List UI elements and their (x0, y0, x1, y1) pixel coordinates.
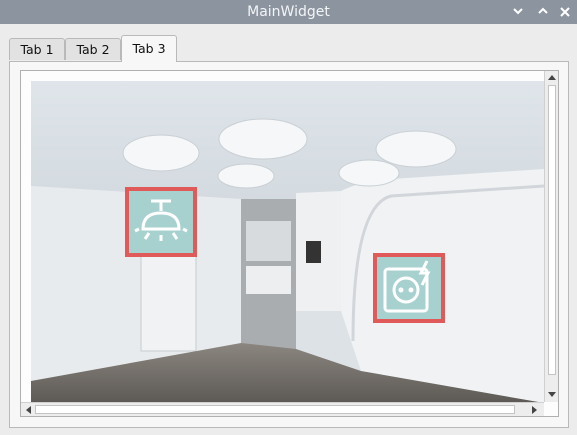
minimize-button[interactable] (510, 5, 526, 19)
scroll-left-arrow-icon[interactable] (26, 406, 31, 414)
tab-1-label: Tab 1 (20, 42, 54, 57)
close-button[interactable] (557, 5, 573, 19)
vertical-scroll-thumb[interactable] (548, 85, 556, 375)
image-scroll-area[interactable] (20, 70, 559, 417)
title-bar[interactable]: MainWidget (0, 0, 577, 24)
scroll-down-arrow-icon[interactable] (548, 392, 556, 397)
maximize-button[interactable] (535, 5, 551, 19)
window-title: MainWidget (247, 4, 330, 20)
ceiling-lamp-icon (134, 199, 188, 241)
power-outlet-icon (383, 260, 431, 313)
scroll-right-arrow-icon[interactable] (532, 406, 537, 414)
tab-2-label: Tab 2 (76, 42, 110, 57)
tab-3[interactable]: Tab 3 (121, 35, 177, 62)
tab-3-label: Tab 3 (132, 41, 166, 56)
tab-1[interactable]: Tab 1 (9, 38, 65, 60)
scroll-up-arrow-icon[interactable] (548, 75, 556, 80)
vertical-scrollbar[interactable] (544, 71, 558, 402)
tab-2[interactable]: Tab 2 (65, 38, 121, 60)
room-image-viewport (31, 81, 544, 403)
lamp-hotspot[interactable] (125, 187, 197, 257)
horizontal-scrollbar[interactable] (21, 402, 544, 416)
horizontal-scroll-thumb[interactable] (35, 405, 515, 414)
outlet-hotspot[interactable] (373, 253, 445, 323)
room-interior-photo (31, 81, 544, 403)
